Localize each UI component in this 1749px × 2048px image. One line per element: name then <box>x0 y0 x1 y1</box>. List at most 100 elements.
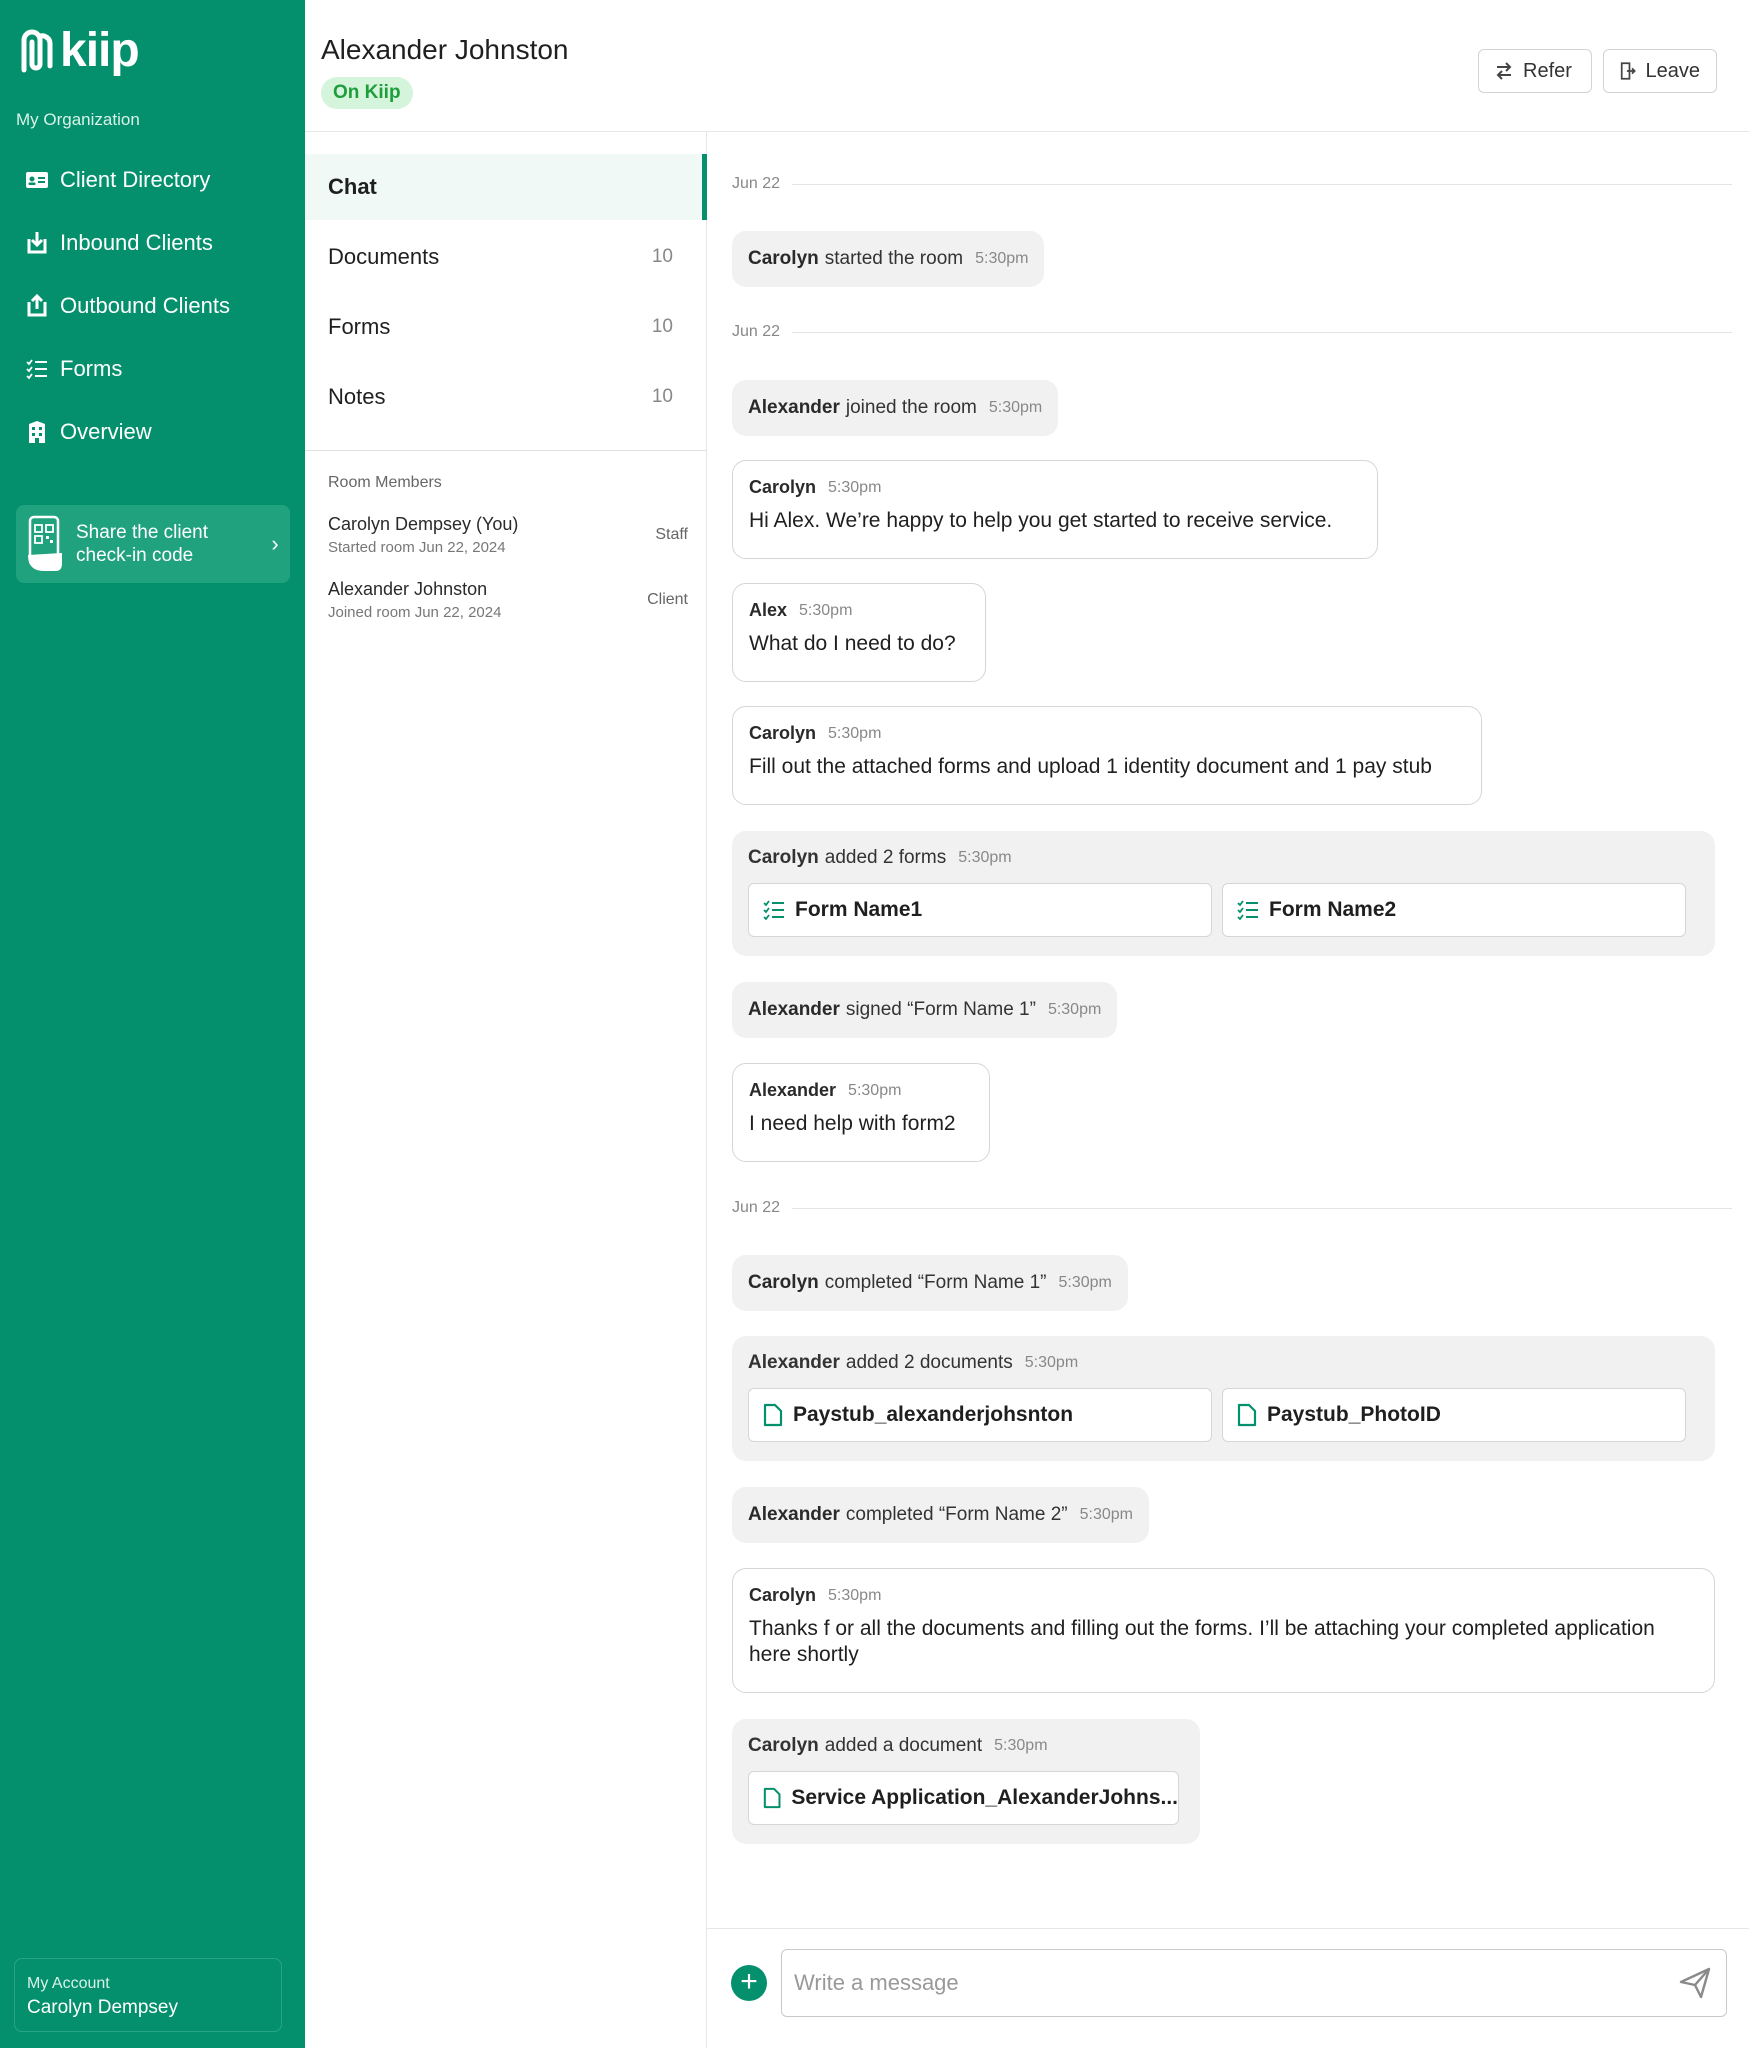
nav-client-directory[interactable]: Client Directory <box>0 148 305 211</box>
message-bubble: Carolyn 5:30pm Thanks f or all the docum… <box>732 1568 1715 1693</box>
id-card-icon <box>24 167 50 193</box>
outbound-icon <box>24 293 50 319</box>
event-actor: Carolyn <box>748 248 819 269</box>
message-input[interactable] <box>781 1949 1727 2017</box>
tab-label: Forms <box>328 314 391 339</box>
member-subtitle: Joined room Jun 22, 2024 <box>328 604 502 621</box>
date-label: Jun 22 <box>732 1199 781 1216</box>
checklist-icon <box>24 356 50 382</box>
event-text: added 2 documents <box>845 1352 1013 1373</box>
member-row[interactable]: Alexander Johnston Joined room Jun 22, 2… <box>328 579 688 621</box>
nav-overview[interactable]: Overview <box>0 400 305 463</box>
kiip-logo[interactable]: kiip <box>16 24 140 77</box>
building-icon <box>24 419 50 445</box>
member-role: Client <box>647 591 688 608</box>
message-author: Carolyn <box>749 1585 817 1605</box>
document-attachment[interactable]: Service Application_AlexanderJohns... <box>748 1771 1179 1825</box>
nav-forms[interactable]: Forms <box>0 337 305 400</box>
tab-forms[interactable]: Forms 10 <box>305 294 707 360</box>
checklist-icon <box>1237 900 1258 920</box>
nav-outbound-clients[interactable]: Outbound Clients <box>0 274 305 337</box>
event-time: 5:30pm <box>1058 1274 1112 1291</box>
date-separator: Jun 22 <box>732 1198 1732 1218</box>
message-header: Carolyn 5:30pm <box>749 477 1361 498</box>
room-members-title: Room Members <box>328 474 442 491</box>
message-bubble: Alexander 5:30pm I need help with form2 <box>732 1063 990 1162</box>
event-actor: Carolyn <box>748 1735 819 1756</box>
room-header: Alexander Johnston On Kiip Refer Leave <box>305 0 1749 132</box>
member-row[interactable]: Carolyn Dempsey (You) Started room Jun 2… <box>328 514 688 556</box>
nav-label: Overview <box>60 418 152 444</box>
account-name: Carolyn Dempsey <box>27 1997 178 2018</box>
message-author: Carolyn <box>749 723 817 743</box>
system-event: Carolyn started the room 5:30pm <box>732 231 1045 287</box>
tab-chat[interactable]: Chat <box>305 154 707 220</box>
phone-qr-icon <box>28 515 62 571</box>
message-header: Alex 5:30pm <box>749 600 969 621</box>
send-icon[interactable] <box>1679 1967 1711 1999</box>
tab-notes[interactable]: Notes 10 <box>305 364 707 430</box>
message-author: Carolyn <box>749 477 817 497</box>
date-separator: Jun 22 <box>732 322 1732 342</box>
tab-label: Documents <box>328 244 440 269</box>
share-checkin-code-button[interactable]: Share the client check-in code › <box>16 505 290 583</box>
event-time: 5:30pm <box>1079 1506 1133 1523</box>
system-event: Alexander signed “Form Name 1” 5:30pm <box>732 982 1118 1038</box>
member-name: Alexander Johnston <box>328 579 488 599</box>
logo-text: kiip <box>60 24 140 77</box>
form-attachment[interactable]: Form Name2 <box>1222 883 1686 937</box>
paperclip-logo-icon <box>21 29 53 73</box>
share-line-1: Share the client <box>76 522 209 543</box>
form-attachment[interactable]: Form Name1 <box>748 883 1212 937</box>
document-attachment-group: Carolyn added a document 5:30pm Service … <box>732 1719 1200 1844</box>
event-text: added a document <box>824 1735 983 1756</box>
event-actor: Carolyn <box>748 1272 819 1293</box>
leave-button[interactable]: Leave <box>1603 49 1717 93</box>
attachment-row: Form Name1 Form Name2 <box>748 883 1699 937</box>
attachment-row: Service Application_AlexanderJohns... <box>748 1771 1184 1825</box>
document-attachment[interactable]: Paystub_PhotoID <box>1222 1388 1686 1442</box>
tab-documents[interactable]: Documents 10 <box>305 224 707 290</box>
message-author: Alexander <box>749 1080 837 1100</box>
message-bubble: Alex 5:30pm What do I need to do? <box>732 583 986 682</box>
leave-label: Leave <box>1645 59 1701 82</box>
nav-inbound-clients[interactable]: Inbound Clients <box>0 211 305 274</box>
group-header: Carolyn added a document 5:30pm <box>748 1735 1184 1757</box>
group-header: Carolyn added 2 forms 5:30pm <box>748 847 1699 869</box>
my-account-button[interactable]: My Account Carolyn Dempsey <box>14 1958 282 2032</box>
status-badge: On Kiip <box>321 77 413 109</box>
message-header: Alexander 5:30pm <box>749 1080 973 1101</box>
document-attachment[interactable]: Paystub_alexanderjohsnton <box>748 1388 1212 1442</box>
system-event: Carolyn completed “Form Name 1” 5:30pm <box>732 1255 1128 1311</box>
document-icon <box>763 1403 783 1427</box>
event-time: 5:30pm <box>1024 1354 1079 1371</box>
message-composer: + <box>707 1928 1749 2048</box>
message-header: Carolyn 5:30pm <box>749 1585 1698 1606</box>
system-event: Alexander joined the room 5:30pm <box>732 380 1059 436</box>
message-text: Hi Alex. We’re happy to help you get sta… <box>749 509 1333 532</box>
message-header: Carolyn 5:30pm <box>749 723 1465 744</box>
message-time: 5:30pm <box>828 1586 882 1604</box>
event-time: 5:30pm <box>994 1737 1048 1754</box>
event-actor: Alexander <box>748 1352 840 1373</box>
forms-attachment-group: Carolyn added 2 forms 5:30pm Form Name1 … <box>732 831 1715 956</box>
event-time: 5:30pm <box>988 399 1043 416</box>
add-attachment-button[interactable]: + <box>731 1965 767 2001</box>
attachment-row: Paystub_alexanderjohsnton Paystub_PhotoI… <box>748 1388 1699 1442</box>
message-bubble: Carolyn 5:30pm Hi Alex. We’re happy to h… <box>732 460 1378 559</box>
message-text: I need help with form2 <box>749 1112 956 1135</box>
document-icon <box>763 1787 781 1809</box>
message-author: Alex <box>749 600 788 620</box>
event-text: added 2 forms <box>824 847 947 868</box>
message-text: Fill out the attached forms and upload 1… <box>749 755 1432 778</box>
page-title: Alexander Johnston <box>321 34 569 65</box>
share-card-text: Share the client check-in code <box>76 521 260 567</box>
message-time: 5:30pm <box>799 601 853 619</box>
date-separator: Jun 22 <box>732 174 1732 194</box>
refer-button[interactable]: Refer <box>1478 49 1592 93</box>
chat-timeline[interactable]: Jun 22 Carolyn started the room 5:30pm J… <box>707 132 1749 1928</box>
message-bubble: Carolyn 5:30pm Fill out the attached for… <box>732 706 1482 805</box>
checklist-icon <box>763 900 784 920</box>
event-text: started the room <box>824 248 964 269</box>
attachment-name: Form Name2 <box>1269 898 1397 921</box>
